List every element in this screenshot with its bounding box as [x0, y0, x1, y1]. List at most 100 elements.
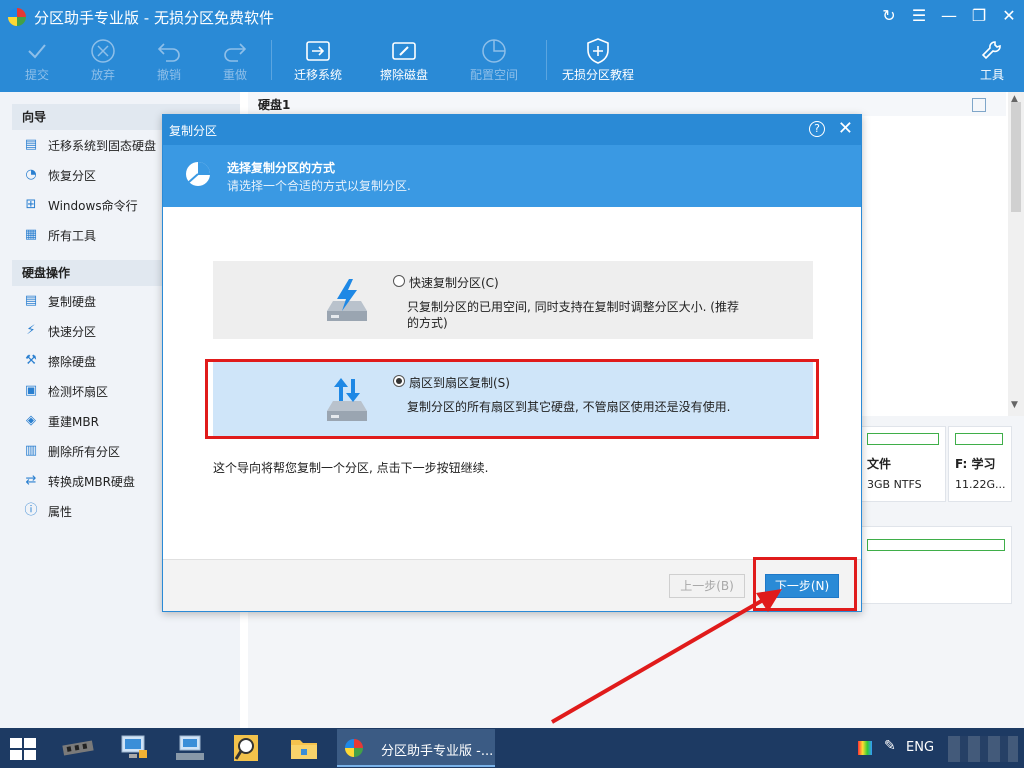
- search-tool-icon[interactable]: [226, 732, 266, 764]
- redo-icon: [212, 36, 258, 66]
- sidebar-item-label: 检测坏扇区: [48, 384, 109, 399]
- redo-button[interactable]: 重做: [212, 36, 258, 88]
- sidebar-item-label: 擦除硬盘: [48, 354, 97, 369]
- sidebar-item-label: 快速分区: [48, 324, 97, 339]
- folder-icon[interactable]: [284, 732, 324, 764]
- restore-button[interactable]: ❐: [964, 0, 994, 34]
- taskbar: 分区助手专业版 -... ✎ ENG: [0, 728, 1024, 768]
- partition-card[interactable]: 文件 3GB NTFS: [856, 426, 946, 502]
- sidebar-item-label: 迁移系统到固态硬盘: [48, 138, 157, 153]
- windows-logo-icon: ⊞: [25, 197, 37, 212]
- minimize-button[interactable]: —: [934, 0, 964, 34]
- sidebar-item-label: 复制硬盘: [48, 294, 97, 309]
- allocate-space-icon: [466, 36, 522, 66]
- title-bar: 分区助手专业版 - 无损分区免费软件 ↻ ☰ — ❐ ✕: [0, 0, 1024, 34]
- option-quick-copy[interactable]: 快速复制分区(C) 只复制分区的已用空间, 同时支持在复制时调整分区大小. (推…: [213, 261, 813, 339]
- tray-clock[interactable]: [948, 736, 1018, 762]
- dialog-subheading: 请选择一个合适的方式以复制分区.: [227, 179, 411, 193]
- scan-disk-icon: ▣: [24, 383, 38, 398]
- toolbar-divider: [546, 40, 547, 80]
- tutorial-button[interactable]: 无损分区教程: [558, 36, 638, 88]
- partition-usage-bar: [955, 433, 1003, 445]
- migrate-os-icon: [290, 36, 346, 66]
- help-icon[interactable]: ?: [809, 121, 825, 137]
- discard-button[interactable]: 放弃: [80, 36, 126, 88]
- sidebar-item-label: 删除所有分区: [48, 444, 121, 459]
- pie-disk-icon: [186, 162, 210, 186]
- convert-icon: ⇄: [25, 473, 37, 488]
- tools-button[interactable]: 工具: [974, 36, 1010, 88]
- dialog-heading: 选择复制分区的方式: [227, 161, 336, 175]
- window-title: 分区助手专业版 - 无损分区免费软件: [34, 9, 274, 27]
- disk-header: 硬盘1: [248, 92, 1006, 116]
- language-indicator[interactable]: ENG: [906, 740, 934, 755]
- broom-icon: ⚒: [25, 353, 37, 368]
- copy-partition-dialog: 复制分区 ? ✕ 选择复制分区的方式 请选择一个合适的方式以复制分区. 快速复制…: [162, 114, 862, 612]
- copy-disk-icon: ▤: [24, 293, 38, 308]
- scroll-down-icon[interactable]: ▼: [1011, 400, 1018, 410]
- scroll-thumb[interactable]: [1011, 102, 1021, 212]
- dialog-title-bar: 复制分区 ? ✕: [163, 115, 861, 145]
- option-title: 快速复制分区(C): [409, 276, 499, 290]
- view-toggle-icon[interactable]: [972, 98, 986, 112]
- quick-copy-disk-icon: [327, 279, 367, 321]
- app-logo-icon: [8, 8, 26, 26]
- recover-partition-icon: ◔: [25, 167, 37, 182]
- dialog-info-text: 这个导向将帮您复制一个分区, 点击下一步按钮继续.: [213, 461, 489, 475]
- option-description: 只复制分区的已用空间, 同时支持在复制时调整分区大小. (推荐的方式): [407, 300, 739, 330]
- vertical-scrollbar[interactable]: ▲ ▼: [1008, 92, 1024, 416]
- partition-name: 文件: [867, 457, 892, 471]
- delete-partitions-icon: ▥: [24, 443, 38, 458]
- prev-button[interactable]: 上一步(B): [669, 574, 745, 598]
- network-computer-icon[interactable]: [114, 732, 154, 764]
- migrate-ssd-icon: ▤: [24, 137, 38, 152]
- sidebar-item-label: 转换成MBR硬盘: [48, 474, 135, 489]
- check-icon: [14, 36, 60, 66]
- taskbar-app-partition-assistant[interactable]: 分区助手专业版 -...: [337, 729, 495, 767]
- partition-card[interactable]: [856, 526, 1012, 604]
- lightning-icon: ⚡: [26, 323, 36, 338]
- wrench-icon: [974, 36, 1010, 66]
- window-controls: ↻ ☰ — ❐ ✕: [874, 0, 1024, 34]
- toolbar-divider: [271, 40, 272, 80]
- grid-tools-icon: ▦: [24, 227, 38, 242]
- partition-card[interactable]: F: 学习 11.22G...: [948, 426, 1012, 502]
- partition-size: 3GB NTFS: [867, 478, 922, 491]
- cancel-circle-icon: [80, 36, 126, 66]
- highlight-box-option: [205, 359, 819, 439]
- wipe-disk-icon: [376, 36, 432, 66]
- close-button[interactable]: ✕: [994, 0, 1024, 34]
- toolbar: 提交 放弃 撤销 重做 迁移系统 擦除磁盘 配置空间 无损分区教程 工具: [0, 34, 1024, 92]
- app-logo-icon: [345, 739, 363, 757]
- sidebar-item-label: 属性: [48, 504, 73, 519]
- language-flag-icon[interactable]: [858, 741, 872, 755]
- dialog-close-icon[interactable]: ✕: [838, 118, 853, 139]
- partition-usage-bar: [867, 433, 939, 445]
- sidebar-item-label: 所有工具: [48, 228, 97, 243]
- partition-usage-bar: [867, 539, 1005, 551]
- wipe-disk-button[interactable]: 擦除磁盘: [376, 36, 432, 88]
- dialog-title: 复制分区: [169, 124, 218, 138]
- sidebar-item-label: Windows命令行: [48, 198, 138, 213]
- undo-icon: [146, 36, 192, 66]
- windows-start-icon[interactable]: [10, 738, 36, 760]
- undo-button[interactable]: 撤销: [146, 36, 192, 88]
- menu-icon[interactable]: ☰: [904, 0, 934, 34]
- migrate-os-button[interactable]: 迁移系统: [290, 36, 346, 88]
- dialog-header: 选择复制分区的方式 请选择一个合适的方式以复制分区.: [163, 145, 861, 207]
- sidebar-item-label: 重建MBR: [48, 414, 99, 429]
- tray-pen-icon[interactable]: ✎: [884, 738, 896, 754]
- quick-copy-radio[interactable]: [393, 275, 405, 287]
- refresh-icon[interactable]: ↻: [874, 0, 904, 34]
- memory-chip-icon[interactable]: [58, 732, 98, 764]
- commit-button[interactable]: 提交: [14, 36, 60, 88]
- sidebar-item-label: 恢复分区: [48, 168, 97, 183]
- allocate-space-button[interactable]: 配置空间: [466, 36, 522, 88]
- tag-icon: ◈: [26, 413, 36, 428]
- shield-plus-icon: [558, 36, 638, 66]
- taskbar-app-label: 分区助手专业版 -...: [381, 744, 494, 759]
- partition-size: 11.22G...: [955, 478, 1006, 491]
- keyboard-computer-icon[interactable]: [170, 732, 210, 764]
- highlight-box-next: [753, 557, 857, 611]
- partition-name: F: 学习: [955, 457, 996, 471]
